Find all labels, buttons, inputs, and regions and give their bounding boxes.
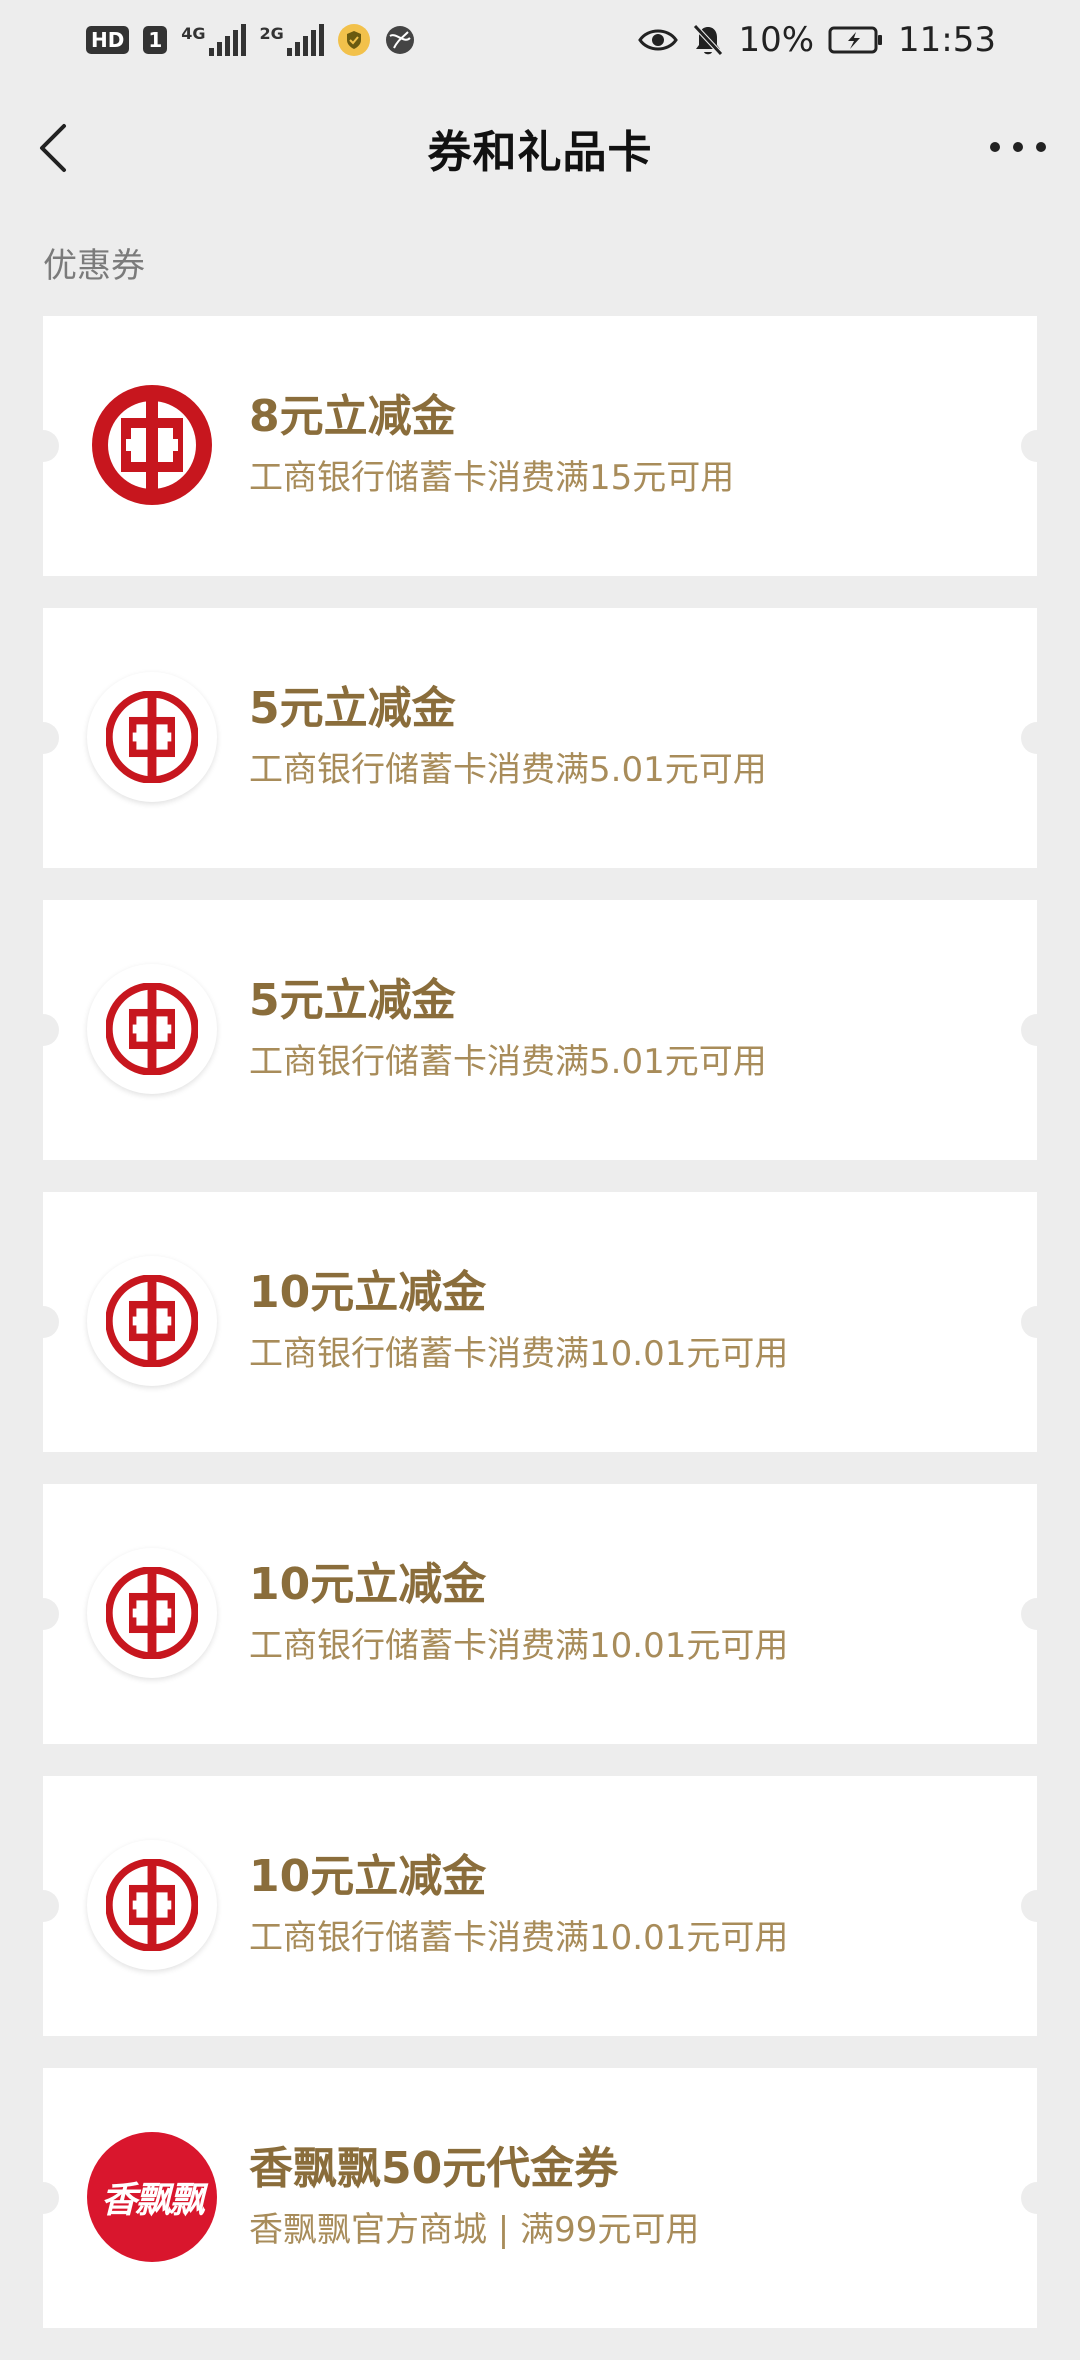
coupon-desc: 工商银行储蓄卡消费满10.01元可用 bbox=[249, 1918, 789, 1958]
coupon-title: 10元立减金 bbox=[249, 1559, 487, 1610]
coupon-card[interactable]: 5元立减金 工商银行储蓄卡消费满5.01元可用 bbox=[27, 608, 1053, 868]
coupon-desc: 工商银行储蓄卡消费满10.01元可用 bbox=[249, 1334, 789, 1374]
clock-time: 11:53 bbox=[898, 20, 996, 60]
xiangpiaopiao-logo-icon: 香飘飘 bbox=[87, 2132, 217, 2262]
eye-icon bbox=[638, 29, 679, 51]
coupon-desc: 工商银行储蓄卡消费满5.01元可用 bbox=[249, 1042, 767, 1082]
back-arrow-icon[interactable] bbox=[34, 120, 74, 176]
battery-percent: 10% bbox=[738, 20, 815, 60]
coupon-card[interactable]: 5元立减金 工商银行储蓄卡消费满5.01元可用 bbox=[27, 900, 1053, 1160]
hd-badge: HD bbox=[86, 26, 130, 54]
coupon-text: 5元立减金 工商银行储蓄卡消费满5.01元可用 bbox=[249, 972, 767, 1088]
net-label-2g: 2G bbox=[259, 24, 284, 43]
coupon-desc: 香飘飘官方商城 | 满99元可用 bbox=[249, 2210, 700, 2250]
signal-bars-icon bbox=[286, 24, 324, 56]
coupon-desc: 工商银行储蓄卡消费满15元可用 bbox=[249, 458, 735, 498]
coupon-card[interactable]: 10元立减金 工商银行储蓄卡消费满10.01元可用 bbox=[27, 1776, 1053, 2036]
coupon-title: 10元立减金 bbox=[249, 1851, 487, 1902]
coupon-text: 10元立减金 工商银行储蓄卡消费满10.01元可用 bbox=[249, 1264, 788, 1380]
coupon-list: 8元立减金 工商银行储蓄卡消费满15元可用 5元立减金 工商银行储蓄卡消费满5.… bbox=[27, 316, 1053, 2360]
coupon-title: 10元立减金 bbox=[249, 1267, 487, 1318]
coupon-text: 香飘飘50元代金券 香飘飘官方商城 | 满99元可用 bbox=[249, 2140, 699, 2256]
icbc-logo-icon bbox=[87, 672, 217, 802]
icbc-logo-icon bbox=[87, 964, 217, 1094]
coupon-title: 5元立减金 bbox=[249, 975, 456, 1026]
signal-bars-icon bbox=[208, 24, 246, 56]
coupon-text: 5元立减金 工商银行储蓄卡消费满5.01元可用 bbox=[249, 680, 767, 796]
security-shield-icon bbox=[337, 24, 370, 56]
icbc-logo-icon bbox=[87, 1548, 217, 1678]
icbc-logo-icon bbox=[87, 380, 217, 510]
coupon-card[interactable]: 8元立减金 工商银行储蓄卡消费满15元可用 bbox=[27, 316, 1053, 576]
coupon-text: 10元立减金 工商银行储蓄卡消费满10.01元可用 bbox=[249, 1848, 788, 1964]
page-title: 券和礼品卡 bbox=[427, 127, 653, 178]
coupon-card[interactable]: 10元立减金 工商银行储蓄卡消费满10.01元可用 bbox=[27, 1484, 1053, 1744]
mute-bell-icon bbox=[693, 24, 724, 56]
coupon-desc: 工商银行储蓄卡消费满5.01元可用 bbox=[249, 750, 767, 790]
coupon-text: 8元立减金 工商银行储蓄卡消费满15元可用 bbox=[249, 388, 734, 504]
coupon-text: 10元立减金 工商银行储蓄卡消费满10.01元可用 bbox=[249, 1556, 788, 1672]
section-label-coupons: 优惠券 bbox=[43, 246, 145, 286]
browser-globe-icon bbox=[385, 26, 414, 54]
icbc-logo-icon bbox=[87, 1256, 217, 1386]
net-label-4g: 4G bbox=[181, 24, 206, 43]
more-options-icon[interactable] bbox=[990, 132, 1046, 162]
signal-4g: 4G bbox=[181, 24, 246, 56]
coupon-card[interactable]: 10元立减金 工商银行储蓄卡消费满10.01元可用 bbox=[27, 1192, 1053, 1452]
coupon-desc: 工商银行储蓄卡消费满10.01元可用 bbox=[249, 1626, 789, 1666]
coupon-title: 香飘飘50元代金券 bbox=[249, 2143, 619, 2194]
coupon-title: 5元立减金 bbox=[249, 683, 456, 734]
sim-badge: 1 bbox=[143, 26, 168, 54]
status-left: HD 1 4G 2G bbox=[86, 24, 416, 56]
status-bar: HD 1 4G 2G 10% 11:53 bbox=[0, 0, 1080, 80]
coupon-card[interactable]: 香飘飘 香飘飘50元代金券 香飘飘官方商城 | 满99元可用 bbox=[27, 2068, 1053, 2328]
icbc-logo-icon bbox=[87, 1840, 217, 1970]
coupon-title: 8元立减金 bbox=[249, 391, 456, 442]
xpp-logo-text: 香飘飘 bbox=[100, 2179, 205, 2221]
nav-bar: 券和礼品卡 bbox=[0, 80, 1080, 216]
signal-2g: 2G bbox=[260, 24, 324, 56]
battery-charging-icon bbox=[828, 26, 883, 54]
status-right: 10% 11:53 bbox=[638, 20, 996, 60]
